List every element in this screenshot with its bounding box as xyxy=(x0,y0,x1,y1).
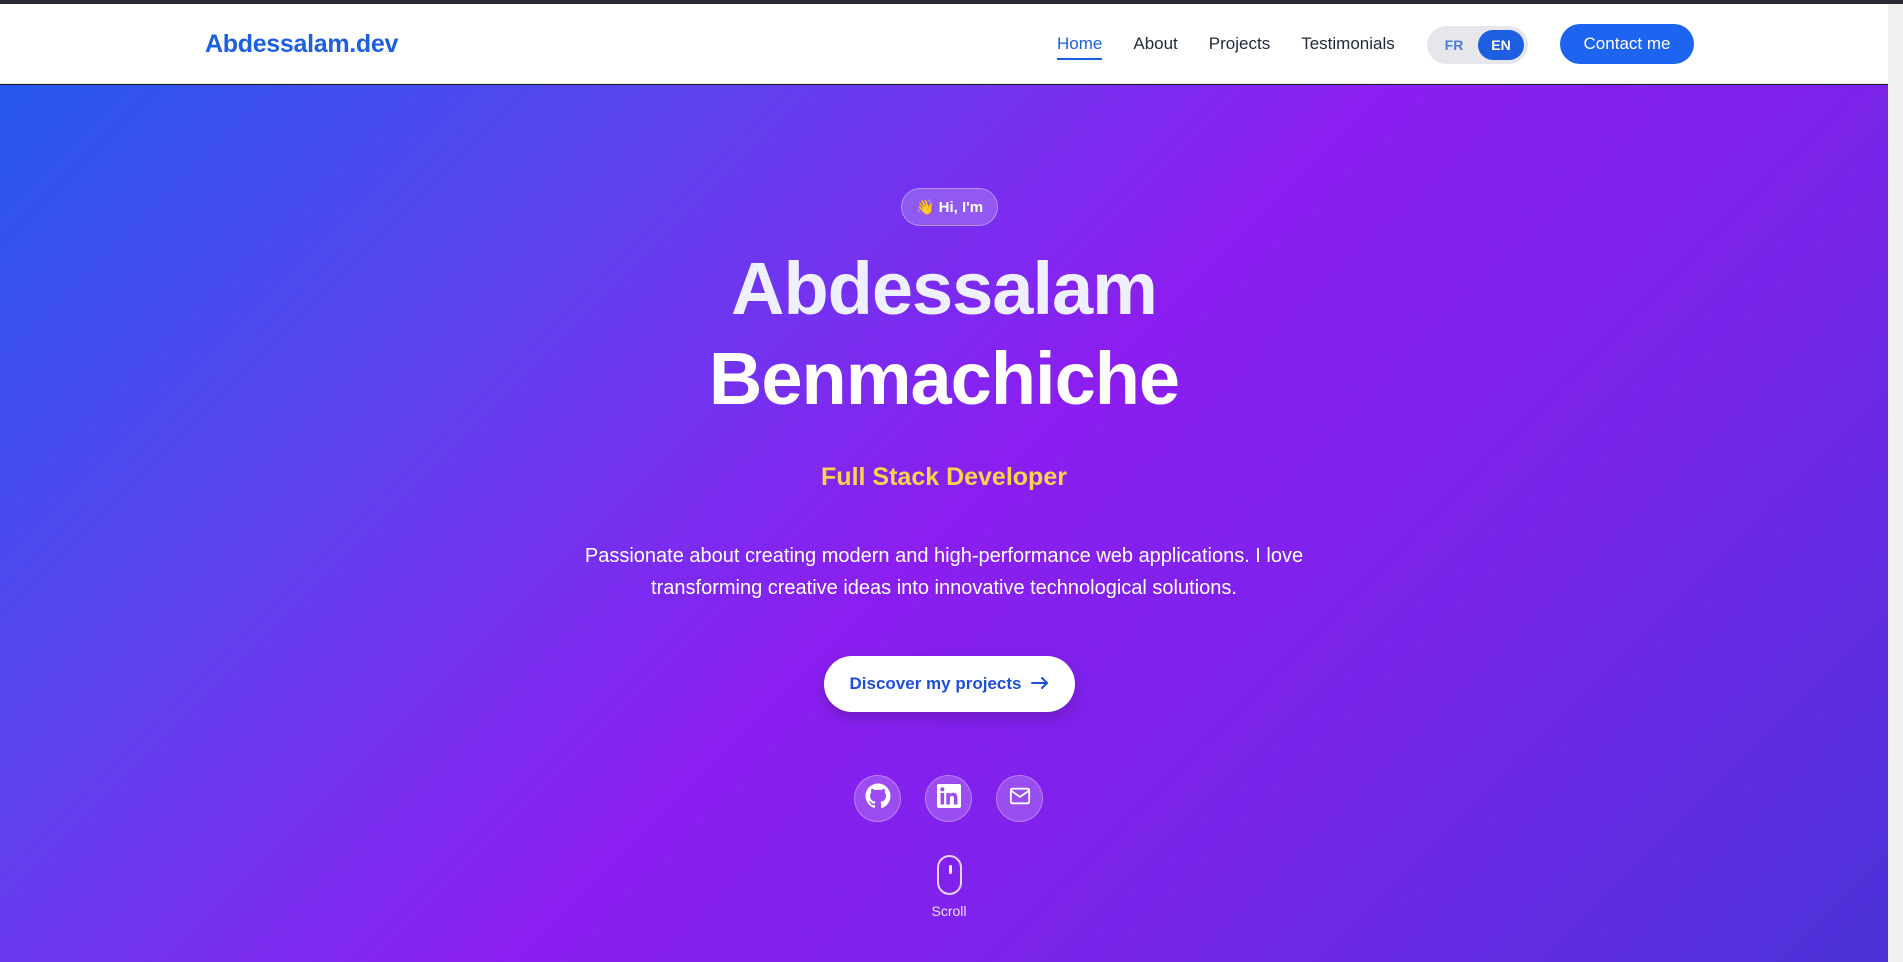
social-links xyxy=(854,775,1043,822)
nav-link-projects[interactable]: Projects xyxy=(1209,34,1270,60)
nav-link-about[interactable]: About xyxy=(1133,34,1177,60)
linkedin-link[interactable] xyxy=(925,775,972,822)
contact-button[interactable]: Contact me xyxy=(1560,24,1694,64)
navbar: Abdessalam.dev Home About Projects Testi… xyxy=(0,4,1903,84)
lang-option-en[interactable]: EN xyxy=(1478,30,1524,60)
mouse-icon xyxy=(936,855,962,895)
greeting-text: Hi, I'm xyxy=(938,198,984,216)
discover-projects-button[interactable]: Discover my projects xyxy=(824,656,1075,712)
page: Abdessalam.dev Home About Projects Testi… xyxy=(0,0,1903,962)
mail-icon xyxy=(1009,785,1031,812)
nav-link-home[interactable]: Home xyxy=(1057,34,1103,60)
nav-link-testimonials[interactable]: Testimonials xyxy=(1301,34,1395,60)
github-link[interactable] xyxy=(854,775,901,822)
cta-label: Discover my projects xyxy=(849,674,1022,693)
brand-logo[interactable]: Abdessalam.dev xyxy=(205,30,398,59)
arrow-right-icon xyxy=(1031,674,1049,694)
language-toggle: FR EN xyxy=(1427,26,1528,64)
hero-description: Passionate about creating modern and hig… xyxy=(584,545,1304,599)
hero-role: Full Stack Developer xyxy=(821,463,1067,491)
greeting-badge: 👋 Hi, I'm xyxy=(901,188,998,226)
hero-content: 👋 Hi, I'm Abdessalam Benmachiche Full St… xyxy=(0,85,1888,962)
hero-first-name: Abdessalam xyxy=(731,247,1158,330)
hero-last-name: Benmachiche xyxy=(708,337,1180,420)
nav-links: Home About Projects Testimonials xyxy=(1057,34,1395,60)
scroll-indicator[interactable]: Scroll xyxy=(924,855,974,919)
email-link[interactable] xyxy=(996,775,1043,822)
hero-section: 👋 Hi, I'm Abdessalam Benmachiche Full St… xyxy=(0,85,1888,962)
scroll-label: Scroll xyxy=(931,903,967,919)
waving-hand-icon: 👋 xyxy=(915,199,935,216)
page-scrollbar[interactable] xyxy=(1888,4,1903,962)
lang-option-fr[interactable]: FR xyxy=(1431,30,1477,60)
github-icon xyxy=(865,783,891,814)
linkedin-icon xyxy=(936,784,961,813)
mouse-wheel xyxy=(948,865,952,874)
